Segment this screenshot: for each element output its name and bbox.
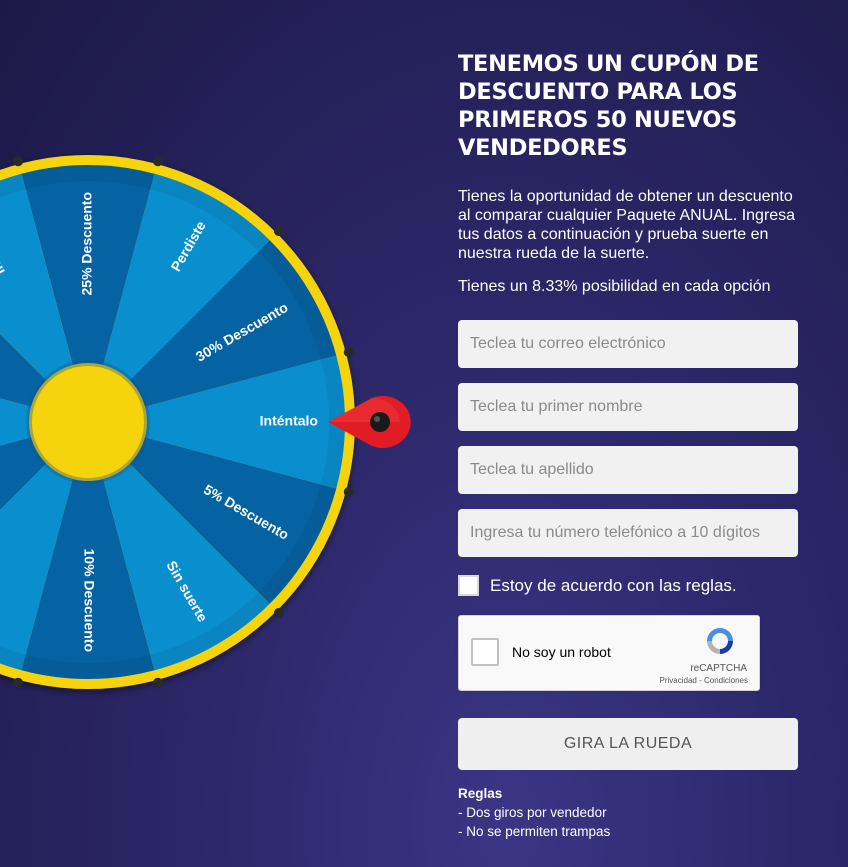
promo-panel: TENEMOS UN CUPÓN DE DESCUENTO PARA LOS P… [458,50,798,296]
promo-title: TENEMOS UN CUPÓN DE DESCUENTO PARA LOS P… [458,51,759,161]
recaptcha-logo-icon [707,628,733,654]
rules: Reglas - Dos giros por vendedor - No se … [458,784,610,841]
rule-item: - Dos giros por vendedor [458,805,607,820]
wheel-rim-dot [273,226,284,237]
promo-description: Tienes la oportunidad de obtener un desc… [458,188,796,262]
first-name-field[interactable] [458,383,798,431]
phone-field[interactable] [458,509,798,557]
spin-wheel-button[interactable]: GIRA LA RUEDA [458,718,798,770]
wheel-rim-dot [343,347,354,358]
wheel-rim-dot [152,156,163,167]
wheel-rim-dot [13,156,24,167]
agree-rules: Estoy de acuerdo con las reglas. [458,575,737,596]
wheel-segment-label: 10% Descuento [81,549,97,652]
prize-wheel: Inténtalo30% DescuentoPerdiste25% Descue… [0,155,411,689]
agree-label: Estoy de acuerdo con las reglas. [490,575,737,595]
odds-text: Tienes un 8.33% posibilidad en cada opci… [458,278,771,295]
last-name-field[interactable] [458,446,798,494]
wheel-rim-dot [152,677,163,688]
wheel-segment-label: Inténtalo [260,413,318,429]
rules-title: Reglas [458,786,503,801]
recaptcha-widget: No soy un robot reCAPTCHA Privacidad - C… [458,615,760,691]
rule-item: - No se permiten trampas [458,824,611,839]
wheel-rim-dot [343,486,354,497]
wheel-hub [26,360,150,484]
agree-checkbox[interactable] [458,575,479,596]
recaptcha-checkbox[interactable] [471,638,499,666]
recaptcha-brand: reCAPTCHA [690,663,747,674]
recaptcha-label: No soy un robot [512,644,611,660]
wheel-segment-label: 25% Descuento [79,192,95,295]
wheel-rim-dot [273,607,284,618]
recaptcha-links[interactable]: Privacidad - Condiciones [660,676,749,685]
wheel-rim-dot [13,677,24,688]
email-field[interactable] [458,320,798,368]
